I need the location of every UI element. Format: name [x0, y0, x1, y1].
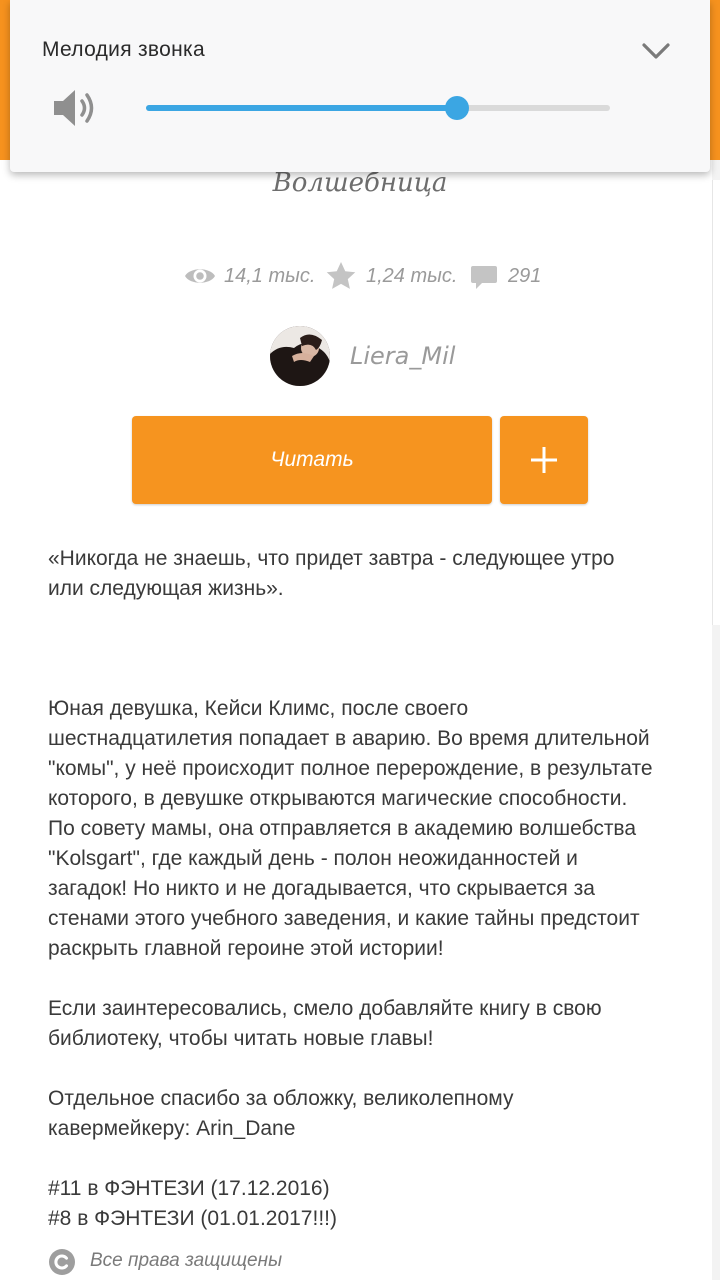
description-line: #8 в ФЭНТЕЗИ (01.01.2017!!!)	[48, 1207, 337, 1230]
slider-fill	[146, 105, 457, 111]
volume-panel-title: Мелодия звонка	[42, 38, 205, 61]
speaker-icon[interactable]	[52, 86, 98, 130]
description-line: По совету мамы, она отправляется в акаде…	[48, 817, 637, 840]
author-avatar[interactable]	[270, 326, 330, 386]
description-line: «Никогда не знаешь, что придет завтра - …	[48, 547, 615, 570]
book-title: Волшебница	[272, 168, 448, 198]
avatar-photo	[270, 326, 330, 386]
copyright-icon	[49, 1249, 75, 1275]
description-line: которого, в девушке открываются магическ…	[48, 787, 628, 810]
description-line: загадок! Но никто и не догадывается, что…	[48, 877, 595, 900]
star-icon	[326, 262, 356, 289]
description-line: "комы", у неё происходит полное перерожд…	[48, 757, 653, 780]
plus-icon	[531, 447, 557, 473]
description-line: Юная девушка, Кейси Климс, после своего	[48, 697, 469, 720]
copyright-text: Все права защищены	[90, 1250, 283, 1271]
scroll-edge	[712, 180, 720, 625]
book-stats: 14,1 тыс. 1,24 тыс. 291	[0, 258, 720, 298]
votes-count: 1,24 тыс.	[366, 265, 458, 287]
comment-icon	[471, 266, 497, 289]
volume-panel: Мелодия звонка	[10, 0, 710, 172]
comments-count: 291	[508, 265, 542, 287]
description-line: раскрыть главной героине этой истории!	[48, 937, 444, 960]
description-line: Отдельное спасибо за обложку, великолепн…	[48, 1087, 514, 1110]
author-name[interactable]: Liera_Mil	[350, 342, 455, 370]
description-line: или следующая жизнь».	[48, 577, 284, 600]
book-description: «Никогда не знаешь, что придет завтра - …	[48, 544, 688, 1234]
slider-thumb[interactable]	[444, 96, 469, 120]
description-line: стенами этого учебного заведения, и каки…	[48, 907, 640, 930]
description-line: шестнадцатилетия попадает в аварию. Во в…	[48, 727, 650, 750]
description-line: "Kolsgart", где каждый день - полон неож…	[48, 847, 578, 870]
read-button-label: Читать	[270, 448, 354, 471]
copyright-notice: Все права защищены	[48, 1246, 448, 1278]
description-line: кавермейкеру: Arin_Dane	[48, 1117, 296, 1140]
volume-slider[interactable]	[146, 92, 610, 124]
views-count: 14,1 тыс.	[224, 265, 316, 287]
chevron-down-icon[interactable]	[640, 38, 672, 64]
description-line: #11 в ФЭНТЕЗИ (17.12.2016)	[48, 1177, 330, 1200]
description-line: библиотеку, чтобы читать новые главы!	[48, 1027, 434, 1050]
add-to-library-button[interactable]	[500, 416, 588, 504]
description-line: Если заинтересовались, смело добавляйте …	[48, 997, 602, 1020]
eye-icon	[185, 269, 215, 283]
read-button[interactable]: Читать	[132, 416, 492, 504]
